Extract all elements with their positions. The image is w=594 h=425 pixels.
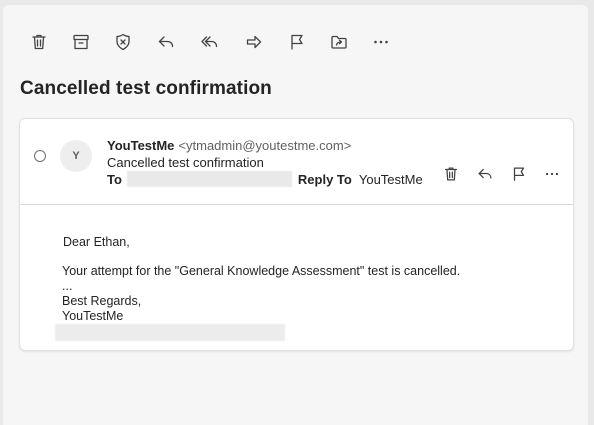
header-flag-button[interactable] — [506, 161, 532, 187]
sender-line: YouTestMe <ytmadmin@youtestme.com> — [107, 138, 351, 153]
message-card: Y YouTestMe <ytmadmin@youtestme.com> Canc… — [19, 118, 574, 351]
archive-button[interactable] — [66, 27, 96, 57]
body-signature: YouTestMe — [62, 309, 124, 323]
flag-button[interactable] — [282, 27, 312, 57]
reply-all-icon — [201, 36, 218, 48]
move-to-folder-icon — [331, 35, 347, 49]
more-horizontal-icon — [374, 40, 388, 44]
move-button[interactable] — [324, 27, 354, 57]
trash-icon — [444, 167, 458, 181]
archive-icon — [73, 34, 89, 50]
flag-icon — [513, 167, 525, 181]
flag-icon — [291, 34, 303, 50]
avatar[interactable]: Y — [60, 140, 92, 172]
shield-x-icon — [116, 33, 130, 51]
recipients-line: To Reply To YouTestMe — [107, 171, 423, 187]
to-recipient-redacted — [126, 171, 292, 187]
reply-all-button[interactable] — [195, 27, 225, 57]
message-toolbar — [3, 27, 403, 57]
more-button[interactable] — [366, 27, 396, 57]
body-ellipsis: ... — [62, 279, 73, 293]
trash-icon — [32, 34, 46, 50]
reading-pane: Cancelled test confirmation Y YouTestMe <… — [3, 5, 588, 425]
header-reply-button[interactable] — [472, 161, 498, 187]
page-title: Cancelled test confirmation — [20, 78, 272, 99]
to-label: To — [107, 171, 122, 187]
reply-icon — [158, 36, 174, 48]
reply-icon — [478, 168, 492, 179]
forward-button[interactable] — [239, 27, 269, 57]
delete-button[interactable] — [24, 27, 54, 57]
more-horizontal-icon — [545, 172, 559, 176]
message-subject: Cancelled test confirmation — [107, 155, 264, 170]
header-delete-button[interactable] — [438, 161, 464, 187]
body-line: Your attempt for the "General Knowledge … — [62, 264, 461, 278]
header-more-button[interactable] — [539, 161, 565, 187]
select-message-radio[interactable] — [34, 150, 46, 162]
forward-icon — [246, 35, 262, 49]
reply-to-label: Reply To — [297, 171, 352, 187]
sender-email: <ytmadmin@youtestme.com> — [178, 138, 352, 153]
report-button[interactable] — [108, 27, 138, 57]
signature-redacted — [55, 324, 285, 341]
message-header: Y YouTestMe <ytmadmin@youtestme.com> Canc… — [20, 119, 573, 205]
body-greeting: Dear Ethan, — [63, 235, 130, 249]
sender-name[interactable]: YouTestMe — [107, 138, 174, 153]
reply-to-value[interactable]: YouTestMe — [359, 172, 423, 187]
reply-button[interactable] — [151, 27, 181, 57]
body-signoff: Best Regards, — [62, 294, 142, 308]
